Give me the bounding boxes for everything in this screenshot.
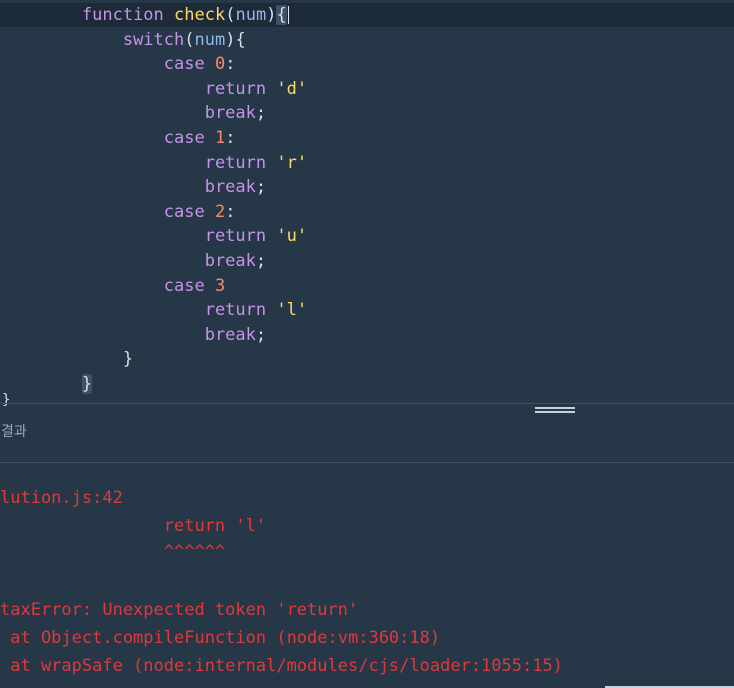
output-line: at wrapSafe (node:internal/modules/cjs/l…: [0, 656, 563, 676]
code-line[interactable]: case 1:: [0, 126, 734, 150]
code-token: case: [163, 54, 205, 74]
matched-brace: {: [276, 5, 287, 25]
code-token: num: [235, 5, 267, 25]
code-token: case: [163, 276, 205, 296]
code-line[interactable]: switch(num){: [0, 28, 734, 52]
code-line[interactable]: return 'r': [0, 151, 734, 175]
code-token: :: [225, 128, 236, 148]
code-token: ){: [225, 30, 246, 50]
result-label: 결과: [1, 424, 27, 440]
code-token: case: [163, 128, 205, 148]
code-line[interactable]: break;: [0, 101, 734, 125]
code-line[interactable]: return 'd': [0, 77, 734, 101]
code-token: 3: [214, 276, 226, 296]
output-line: taxError: Unexpected token 'return': [0, 600, 359, 620]
code-token: ;: [255, 251, 267, 271]
code-token: }: [122, 349, 134, 369]
code-token: return: [204, 226, 267, 246]
code-line[interactable]: }: [0, 372, 734, 396]
code-line[interactable]: case 2:: [0, 200, 734, 224]
code-editor[interactable]: function check(num){ switch(num){ case 0…: [0, 0, 734, 403]
code-token: break: [204, 177, 256, 197]
code-line[interactable]: break;: [0, 323, 734, 347]
code-token: break: [204, 251, 256, 271]
code-token: ;: [255, 177, 267, 197]
code-line[interactable]: return 'l': [0, 298, 734, 322]
code-token: function: [81, 5, 164, 25]
code-token: ;: [255, 325, 267, 345]
text-caret: [287, 6, 289, 24]
code-token: :: [225, 202, 236, 222]
code-line[interactable]: function check(num){: [0, 3, 734, 27]
code-token: num: [194, 30, 226, 50]
code-token: ;: [255, 103, 267, 123]
output-line: return 'l': [0, 516, 267, 536]
output-line: ^^^^^^: [0, 542, 226, 562]
code-token: return: [204, 153, 267, 173]
code-token: ): [266, 5, 277, 25]
code-token: 'u': [276, 226, 308, 246]
code-line[interactable]: case 3: [0, 274, 734, 298]
code-line[interactable]: case 0:: [0, 52, 734, 76]
code-token: (: [225, 5, 236, 25]
code-token: 'd': [276, 79, 308, 99]
code-token: 'l': [276, 300, 308, 320]
code-line[interactable]: break;: [0, 249, 734, 273]
code-token: check: [174, 5, 226, 25]
code-token: return: [204, 300, 267, 320]
code-line[interactable]: return 'u': [0, 224, 734, 248]
code-token: 2: [214, 202, 226, 222]
output-line: lution.js:42: [0, 488, 123, 508]
code-token: (: [184, 30, 195, 50]
code-token: 'r': [276, 153, 308, 173]
resize-handle[interactable]: [535, 407, 575, 417]
code-token: 0: [214, 54, 226, 74]
code-token: :: [225, 54, 236, 74]
code-token: break: [204, 103, 256, 123]
output-console: lution.js:42 return 'l' ^^^^^^ taxError: …: [0, 463, 734, 688]
code-token: 1: [214, 128, 226, 148]
code-token: switch: [122, 30, 185, 50]
code-token: case: [163, 202, 205, 222]
code-line[interactable]: break;: [0, 175, 734, 199]
code-token: break: [204, 325, 256, 345]
result-panel-header: [0, 404, 734, 462]
code-token: return: [204, 79, 267, 99]
output-line: at Object.compileFunction (node:vm:360:1…: [0, 628, 441, 648]
matched-brace: }: [81, 374, 93, 394]
code-line[interactable]: }: [0, 347, 734, 371]
